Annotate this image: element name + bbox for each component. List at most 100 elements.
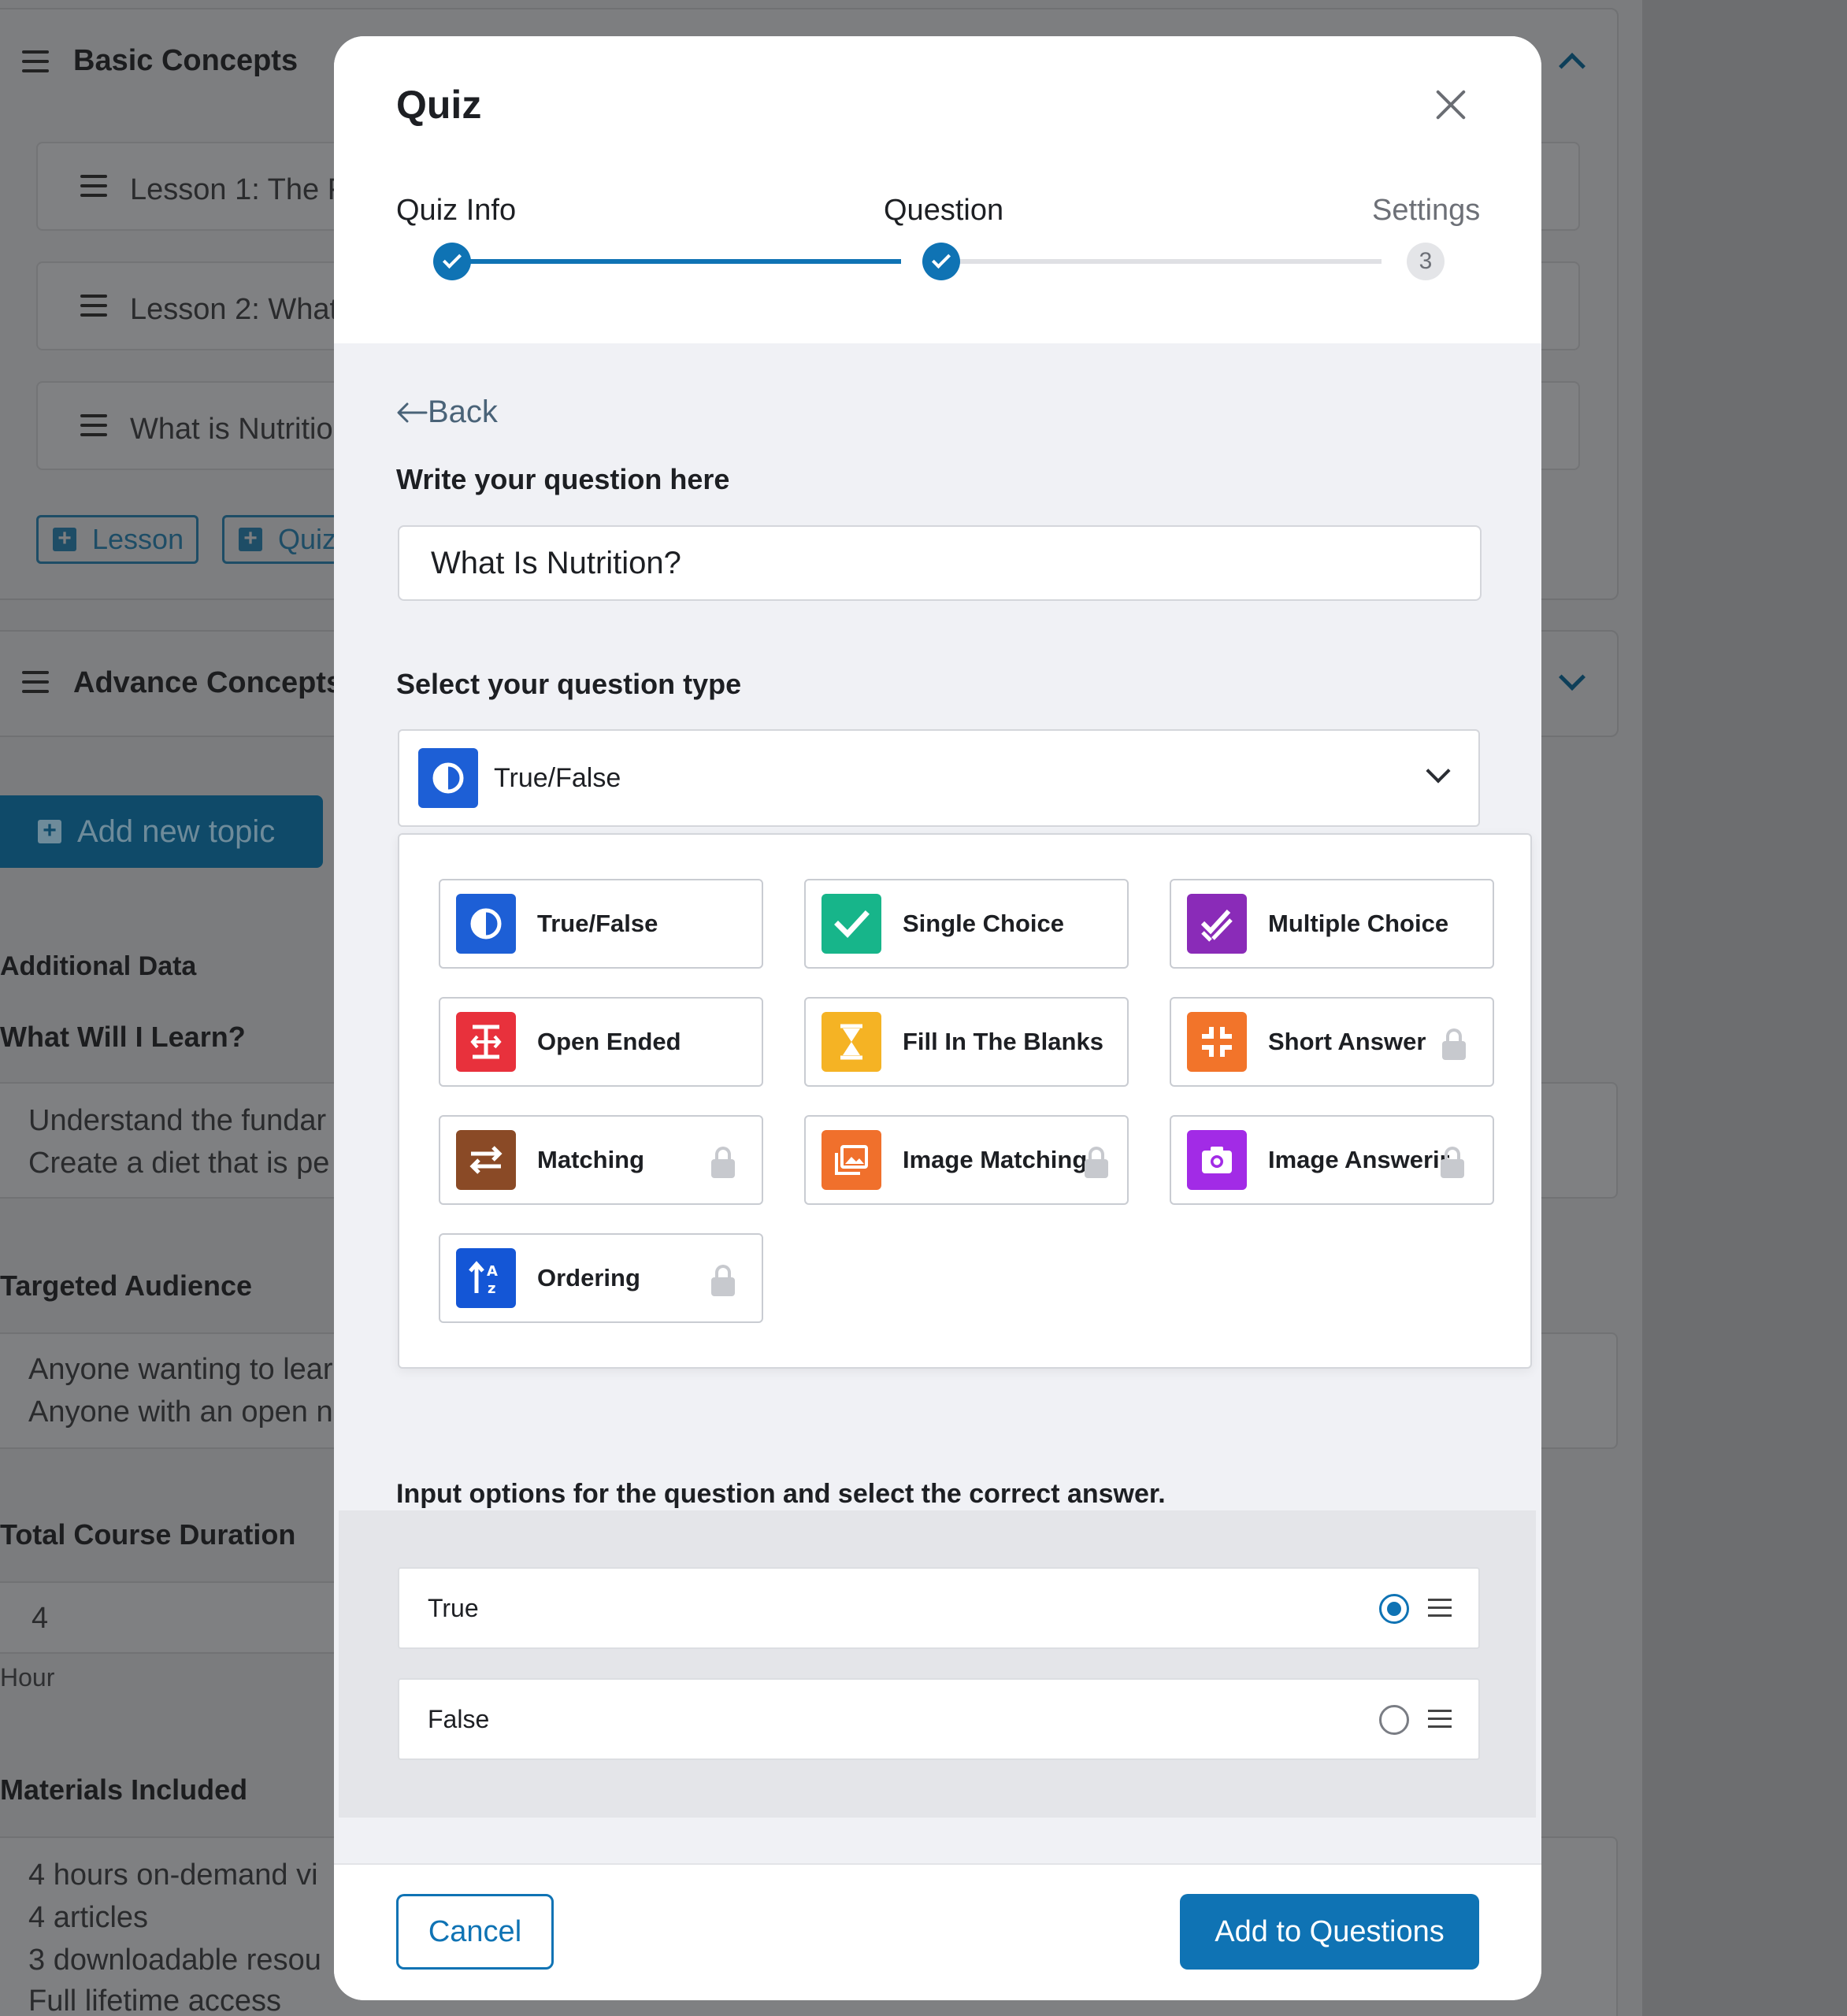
type-option-label: Image Answering: [1268, 1146, 1449, 1173]
type-option-short-answer[interactable]: Short Answer: [1170, 997, 1494, 1087]
lesson-title: Lesson 2: What: [130, 293, 339, 326]
back-link[interactable]: Back: [396, 395, 498, 430]
background-right-panel: [1642, 0, 1847, 2016]
type-option-true-false[interactable]: True/False: [439, 879, 763, 969]
back-label: Back: [428, 395, 498, 429]
textarea-line: Anyone wanting to lear: [28, 1353, 333, 1386]
half-circle-icon: [418, 748, 478, 808]
type-option-image-matching[interactable]: Image Matching: [804, 1115, 1129, 1205]
type-option-multiple-choice[interactable]: Multiple Choice: [1170, 879, 1494, 969]
textarea-line: Create a diet that is pe: [28, 1147, 330, 1180]
drag-handle-icon[interactable]: [1428, 1710, 1452, 1729]
type-option-label: Image Matching: [903, 1146, 1088, 1173]
type-option-open-ended[interactable]: Open Ended: [439, 997, 763, 1087]
step-label-quiz-info: Quiz Info: [396, 194, 517, 227]
drag-handle-icon[interactable]: [1428, 1599, 1452, 1618]
step-number-badge: 3: [1407, 243, 1445, 280]
progress-line-complete: [452, 259, 901, 264]
field-heading: Targeted Audience: [0, 1269, 253, 1302]
textarea-line: Full lifetime access: [28, 1984, 281, 2016]
add-lesson-button[interactable]: + Lesson: [36, 515, 198, 564]
cancel-button[interactable]: Cancel: [396, 1894, 554, 1970]
drag-handle-icon[interactable]: [22, 671, 49, 693]
textarea-line: 4 articles: [28, 1901, 149, 1934]
add-new-topic-button[interactable]: + Add new topic: [0, 795, 323, 868]
question-input[interactable]: What Is Nutrition?: [398, 525, 1482, 601]
type-option-label: True/False: [537, 910, 658, 937]
drag-handle-icon[interactable]: [22, 50, 49, 72]
close-icon[interactable]: [1429, 83, 1473, 128]
answer-text: True: [428, 1593, 479, 1622]
field-heading: Materials Included: [0, 1773, 248, 1806]
type-option-label: Multiple Choice: [1268, 910, 1449, 937]
quiz-modal: Quiz Quiz Info Question Settings 3 Back …: [334, 36, 1541, 2000]
compress-icon: [1187, 1012, 1247, 1072]
add-quiz-button[interactable]: + Quiz: [222, 515, 348, 564]
step-check-icon: [433, 243, 471, 280]
camera-icon: [1187, 1130, 1247, 1190]
topic-title: Advance Concepts: [73, 666, 343, 699]
progress-line-pending: [940, 259, 1382, 264]
answer-row-true[interactable]: True: [398, 1567, 1480, 1649]
drag-handle-icon[interactable]: [80, 295, 107, 317]
step-label-settings: Settings: [1372, 194, 1481, 227]
type-option-matching[interactable]: Matching: [439, 1115, 763, 1205]
duration-unit: Hour: [0, 1663, 55, 1692]
add-to-questions-button[interactable]: Add to Questions: [1180, 1894, 1479, 1970]
type-option-fill-in-the-blanks[interactable]: Fill In The Blanks: [804, 997, 1129, 1087]
textarea-line: Anyone with an open n: [28, 1395, 333, 1429]
images-icon: [822, 1130, 881, 1190]
textarea-line: 3 downloadable resou: [28, 1944, 321, 1977]
step-label-question: Question: [884, 194, 1004, 227]
modal-header: Quiz Quiz Info Question Settings 3: [334, 36, 1541, 343]
type-option-label: Open Ended: [537, 1028, 681, 1055]
arrow-left-icon: [397, 402, 428, 422]
drag-handle-icon[interactable]: [80, 414, 107, 436]
lock-icon: [711, 1265, 735, 1296]
type-option-label: Matching: [537, 1146, 645, 1173]
lock-icon: [1441, 1147, 1464, 1178]
half-circle-icon: [456, 894, 516, 954]
check-icon: [822, 894, 881, 954]
step-check-icon: [922, 243, 960, 280]
double-check-icon: [1187, 894, 1247, 954]
textarea-line: Understand the fundar: [28, 1104, 327, 1137]
answers-panel: [339, 1510, 1536, 1818]
topic-title: Basic Concepts: [73, 44, 299, 77]
lock-icon: [1442, 1028, 1466, 1060]
swap-icon: [456, 1130, 516, 1190]
type-option-label: Ordering: [537, 1264, 640, 1292]
question-type-select[interactable]: True/False: [398, 729, 1480, 827]
answer-text: False: [428, 1704, 490, 1733]
type-option-single-choice[interactable]: Single Choice: [804, 879, 1129, 969]
textarea-line: 4 hours on-demand vi: [28, 1858, 318, 1892]
duration-value: 4: [32, 1602, 49, 1635]
correct-answer-radio[interactable]: [1379, 1705, 1409, 1735]
answer-row-false[interactable]: False: [398, 1678, 1480, 1760]
lock-icon: [1085, 1147, 1108, 1178]
hourglass-icon: [822, 1012, 881, 1072]
lesson-title: What is Nutritio: [130, 413, 333, 446]
type-option-image-answering[interactable]: Image Answering: [1170, 1115, 1494, 1205]
field-heading: Total Course Duration: [0, 1518, 296, 1551]
svg-text:z: z: [488, 1280, 495, 1297]
question-value: What Is Nutrition?: [431, 545, 681, 580]
drag-handle-icon[interactable]: [80, 175, 107, 197]
type-option-ordering[interactable]: Az Ordering: [439, 1233, 763, 1323]
correct-answer-radio[interactable]: [1379, 1594, 1409, 1624]
type-option-label: Fill In The Blanks: [903, 1028, 1103, 1055]
field-heading: What Will I Learn?: [0, 1021, 246, 1053]
sort-az-icon: Az: [456, 1248, 516, 1308]
selected-type-label: True/False: [494, 762, 621, 793]
question-label: Write your question here: [396, 463, 730, 495]
question-type-dropdown: True/False Single Choice Multiple Choice…: [398, 833, 1532, 1369]
text-icon: [456, 1012, 516, 1072]
type-option-label: Single Choice: [903, 910, 1064, 937]
lesson-title: Lesson 1: The Fu: [130, 173, 363, 206]
svg-text:A: A: [487, 1263, 498, 1280]
type-option-label: Short Answer: [1268, 1028, 1426, 1055]
duration-input[interactable]: [0, 1581, 354, 1654]
question-type-label: Select your question type: [396, 668, 742, 700]
section-heading: Additional Data: [0, 951, 197, 981]
modal-title: Quiz: [396, 83, 482, 127]
